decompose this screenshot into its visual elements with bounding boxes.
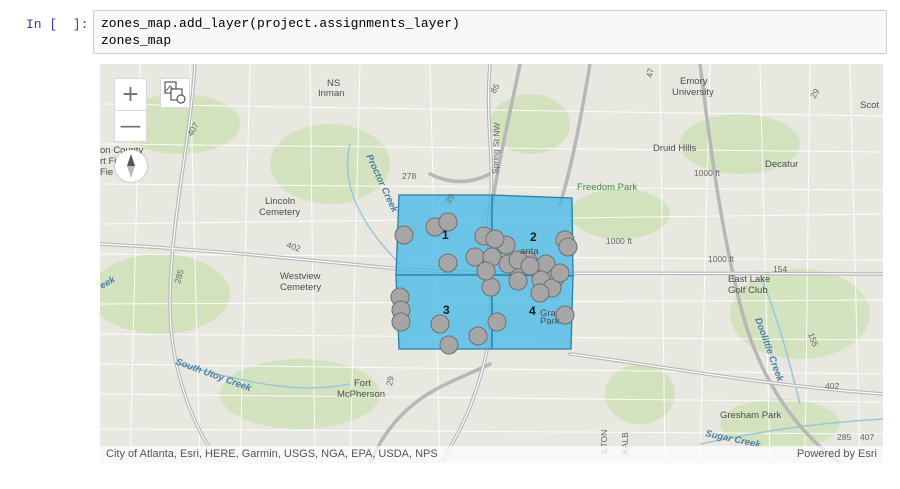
place-label: Scot xyxy=(860,100,879,111)
road-label: 47 xyxy=(644,67,656,78)
place-label: Decatur xyxy=(765,159,798,170)
assignment-point[interactable] xyxy=(550,263,570,283)
place-label: Fie xyxy=(100,167,113,178)
park-label: Freedom Park xyxy=(577,182,637,193)
place-label: Westview xyxy=(280,271,321,282)
place-label: Emory xyxy=(680,76,708,87)
compass-icon xyxy=(127,154,135,178)
zoom-out-button[interactable]: — xyxy=(115,111,146,142)
cell-prompt: In [ ]: xyxy=(26,17,89,32)
assignment-point[interactable] xyxy=(508,271,528,291)
place-label: rt Fi xyxy=(100,156,116,167)
road-label: 1000 ft xyxy=(708,254,735,264)
road-label: 402 xyxy=(825,381,839,391)
code-line: zones_map xyxy=(101,33,172,48)
basemap-icon xyxy=(164,81,186,104)
code-line: zones_map.add_layer(project.assignments_… xyxy=(101,16,460,31)
zoom-control: + — xyxy=(114,78,147,142)
assignment-point[interactable] xyxy=(391,312,411,332)
road-label: 285 xyxy=(837,432,851,442)
place-label: University xyxy=(672,87,714,98)
assignment-point[interactable] xyxy=(438,253,458,273)
assignment-point[interactable] xyxy=(558,237,578,257)
assignment-point[interactable] xyxy=(530,283,550,303)
assignment-point[interactable] xyxy=(476,261,496,281)
road-label: 278 xyxy=(402,171,416,181)
place-label: Golf Club xyxy=(728,285,768,296)
road-label: Spring St NW xyxy=(490,122,502,174)
basemap-toggle-button[interactable] xyxy=(160,78,190,108)
assignment-point[interactable] xyxy=(520,256,540,276)
code-cell-input[interactable]: zones_map.add_layer(project.assignments_… xyxy=(93,10,887,54)
place-label: Cemetery xyxy=(259,207,300,218)
place-label: Lincoln xyxy=(265,196,295,207)
place-label: Fort xyxy=(354,378,371,389)
assignment-point[interactable] xyxy=(430,314,450,334)
assignment-point[interactable] xyxy=(485,229,505,249)
zone-label: 3 xyxy=(443,303,450,317)
road-label: 154 xyxy=(773,264,787,274)
place-label: Inman xyxy=(318,88,344,99)
place-label: Gresham Park xyxy=(720,410,781,421)
assignment-point[interactable] xyxy=(394,225,414,245)
road-label: 407 xyxy=(860,432,874,442)
place-label: East Lake xyxy=(728,274,770,285)
place-label: anta xyxy=(520,246,539,257)
road-label: 1000 ft xyxy=(694,168,721,178)
assignment-point[interactable] xyxy=(487,312,507,332)
assignment-point[interactable] xyxy=(468,326,488,346)
place-label: Cemetery xyxy=(280,282,321,293)
zone-label: 1 xyxy=(442,228,449,242)
road-label: 1000 ft xyxy=(606,236,633,246)
place-label: Druid Hills xyxy=(653,143,697,154)
powered-by-esri-link[interactable]: Powered by Esri xyxy=(797,448,877,460)
zone-label: 2 xyxy=(530,230,537,244)
place-label: Park xyxy=(540,316,560,327)
attribution-text: City of Atlanta, Esri, HERE, Garmin, USG… xyxy=(106,448,438,460)
map-view[interactable]: 1 2 3 4 NS Inman Emory University Scot D… xyxy=(100,64,883,463)
compass-button[interactable] xyxy=(115,150,147,182)
road-label: 29 xyxy=(384,375,396,386)
zone-label: 4 xyxy=(529,304,536,318)
assignment-point[interactable] xyxy=(439,335,459,355)
assignment-point[interactable] xyxy=(481,277,501,297)
place-label: McPherson xyxy=(337,389,385,400)
map-attribution: City of Atlanta, Esri, HERE, Garmin, USG… xyxy=(100,446,883,463)
zoom-in-button[interactable]: + xyxy=(115,79,146,111)
basemap: 1 2 3 4 NS Inman Emory University Scot D… xyxy=(100,64,883,463)
